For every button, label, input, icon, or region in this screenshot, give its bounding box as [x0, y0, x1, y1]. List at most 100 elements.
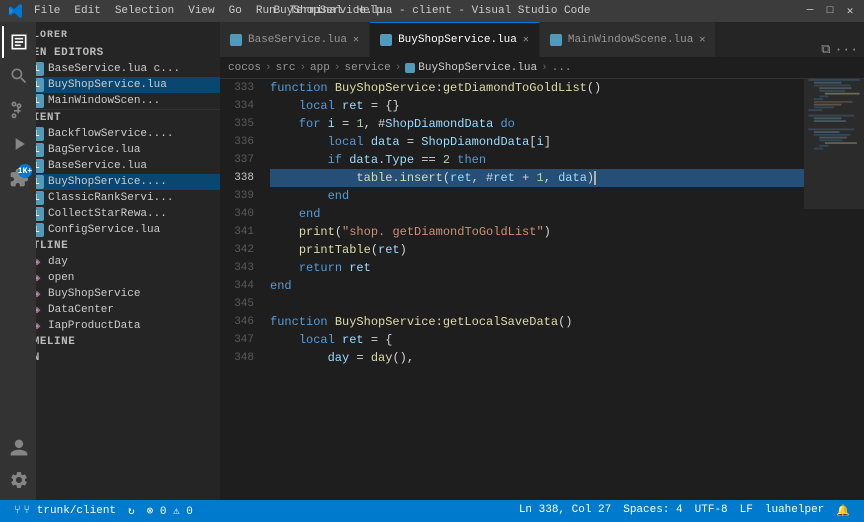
split-editor-button[interactable]: ⧉: [821, 42, 830, 57]
line-ending-status[interactable]: LF: [734, 504, 759, 516]
breadcrumb-more[interactable]: ...: [552, 62, 572, 74]
line-num-333: 333: [220, 79, 254, 97]
breadcrumb-cocos[interactable]: cocos: [228, 62, 261, 74]
code-line-338[interactable]: table.insert(ret, #ret + 1, data): [270, 169, 804, 187]
tabs-bar: BaseService.lua ✕ BuyShopService.lua ✕ M…: [220, 22, 864, 57]
branch-name: ⑂ trunk/client: [24, 505, 116, 517]
search-activity-icon[interactable]: [2, 60, 34, 92]
line-num-338: 338: [220, 169, 254, 187]
status-right: Ln 338, Col 27 Spaces: 4 UTF-8 LF luahel…: [513, 504, 856, 518]
activity-bar: 1K+: [0, 22, 36, 500]
line-num-334: 334: [220, 97, 254, 115]
tab-buy-label: BuyShopService.lua: [398, 34, 517, 46]
tab-main-window[interactable]: MainWindowScene.lua ✕: [540, 22, 716, 57]
open-editor-main-label: MainWindowScen...: [48, 95, 160, 107]
title-bar-title: BuyShopService.lua - client - Visual Stu…: [274, 5, 591, 17]
editor-main: 3333343353363373383393403413423433443453…: [220, 79, 804, 500]
close-button[interactable]: ✕: [844, 5, 856, 17]
status-bar: ⑂ ⑂ trunk/client ↻ ⊗ 0 ⚠ 0 Ln 338, Col 2…: [0, 500, 864, 522]
language-status[interactable]: luahelper: [759, 504, 830, 516]
tab-base-close[interactable]: ✕: [353, 34, 359, 46]
code-line-346[interactable]: function BuyShopService:getLocalSaveData…: [270, 313, 804, 331]
breadcrumb-file[interactable]: BuyShopService.lua: [405, 62, 537, 74]
code-line-336[interactable]: local data = ShopDiamondData[i]: [270, 133, 804, 151]
run-activity-icon[interactable]: [2, 128, 34, 160]
menu-file[interactable]: File: [30, 5, 64, 17]
code-line-345[interactable]: [270, 295, 804, 313]
tab-base-service[interactable]: BaseService.lua ✕: [220, 22, 370, 57]
breadcrumb-src[interactable]: src: [276, 62, 296, 74]
sync-icon: ↻: [128, 504, 135, 518]
open-editor-buy-label: BuyShopService.lua: [48, 79, 167, 91]
code-line-341[interactable]: print("shop. getDiamondToGoldList"): [270, 223, 804, 241]
code-line-333[interactable]: function BuyShopService:getDiamondToGold…: [270, 79, 804, 97]
menu-go[interactable]: Go: [225, 5, 246, 17]
breadcrumb-service[interactable]: service: [344, 62, 390, 74]
line-num-336: 336: [220, 133, 254, 151]
line-num-347: 347: [220, 331, 254, 349]
extensions-activity-icon[interactable]: 1K+: [2, 162, 34, 194]
breadcrumb-file-icon: [405, 63, 415, 73]
tab-base-label: BaseService.lua: [248, 34, 347, 46]
branch-icon: ⑂: [14, 505, 21, 517]
errors-status[interactable]: ⊗ 0 ⚠ 0: [141, 500, 199, 522]
breadcrumb: cocos › src › app › service › BuyShopSer…: [220, 57, 864, 79]
tab-buy-shop[interactable]: BuyShopService.lua ✕: [370, 22, 540, 57]
code-line-347[interactable]: local ret = {: [270, 331, 804, 349]
minimize-button[interactable]: ─: [804, 5, 816, 17]
tab-main-icon: [550, 34, 562, 46]
account-activity-icon[interactable]: [2, 432, 34, 464]
tab-buy-icon: [380, 34, 392, 46]
content-panel: BaseService.lua ✕ BuyShopService.lua ✕ M…: [220, 22, 864, 500]
tab-main-close[interactable]: ✕: [699, 34, 705, 46]
breadcrumb-app[interactable]: app: [310, 62, 330, 74]
line-num-341: 341: [220, 223, 254, 241]
line-num-340: 340: [220, 205, 254, 223]
code-line-348[interactable]: day = day(),: [270, 349, 804, 367]
tabs-actions: ⧉ ···: [815, 42, 864, 57]
code-line-335[interactable]: for i = 1, #ShopDiamondData do: [270, 115, 804, 133]
line-num-348: 348: [220, 349, 254, 367]
menu-view[interactable]: View: [184, 5, 218, 17]
code-line-337[interactable]: if data.Type == 2 then: [270, 151, 804, 169]
breadcrumb-filename: BuyShopService.lua: [418, 62, 537, 74]
title-bar: File Edit Selection View Go Run Terminal…: [0, 0, 864, 22]
menu-selection[interactable]: Selection: [111, 5, 178, 17]
maximize-button[interactable]: □: [824, 5, 836, 17]
line-num-335: 335: [220, 115, 254, 133]
minimap: [804, 79, 864, 500]
encoding-status[interactable]: UTF-8: [689, 504, 734, 516]
line-num-339: 339: [220, 187, 254, 205]
line-num-337: 337: [220, 151, 254, 169]
explorer-activity-icon[interactable]: [2, 26, 34, 58]
branch-status[interactable]: ⑂ ⑂ trunk/client: [8, 500, 122, 522]
code-line-344[interactable]: end: [270, 277, 804, 295]
code-line-342[interactable]: printTable(ret): [270, 241, 804, 259]
code-line-340[interactable]: end: [270, 205, 804, 223]
sync-status[interactable]: ↻: [122, 500, 141, 522]
settings-activity-icon[interactable]: [2, 464, 34, 496]
tab-main-label: MainWindowScene.lua: [568, 34, 693, 46]
cursor-position[interactable]: Ln 338, Col 27: [513, 504, 617, 516]
open-editor-base-label: BaseService.lua c...: [48, 63, 180, 75]
line-num-342: 342: [220, 241, 254, 259]
source-control-activity-icon[interactable]: [2, 94, 34, 126]
code-line-339[interactable]: end: [270, 187, 804, 205]
code-area[interactable]: 3333343353363373383393403413423433443453…: [220, 79, 804, 500]
minimap-canvas: [804, 79, 864, 500]
title-bar-controls: ─ □ ✕: [804, 5, 856, 17]
menu-edit[interactable]: Edit: [70, 5, 104, 17]
line-num-346: 346: [220, 313, 254, 331]
code-line-334[interactable]: local ret = {}: [270, 97, 804, 115]
tab-base-icon: [230, 34, 242, 46]
notifications-status[interactable]: 🔔: [830, 504, 856, 518]
line-num-343: 343: [220, 259, 254, 277]
code-content[interactable]: function BuyShopService:getDiamondToGold…: [262, 79, 804, 500]
tab-buy-close[interactable]: ✕: [523, 34, 529, 46]
code-line-343[interactable]: return ret: [270, 259, 804, 277]
spaces-status[interactable]: Spaces: 4: [617, 504, 688, 516]
editor-area: 3333343353363373383393403413423433443453…: [220, 79, 864, 500]
errors-label: ⊗ 0 ⚠ 0: [147, 504, 193, 518]
more-tabs-button[interactable]: ···: [835, 42, 858, 57]
extensions-badge: 1K+: [18, 164, 32, 178]
